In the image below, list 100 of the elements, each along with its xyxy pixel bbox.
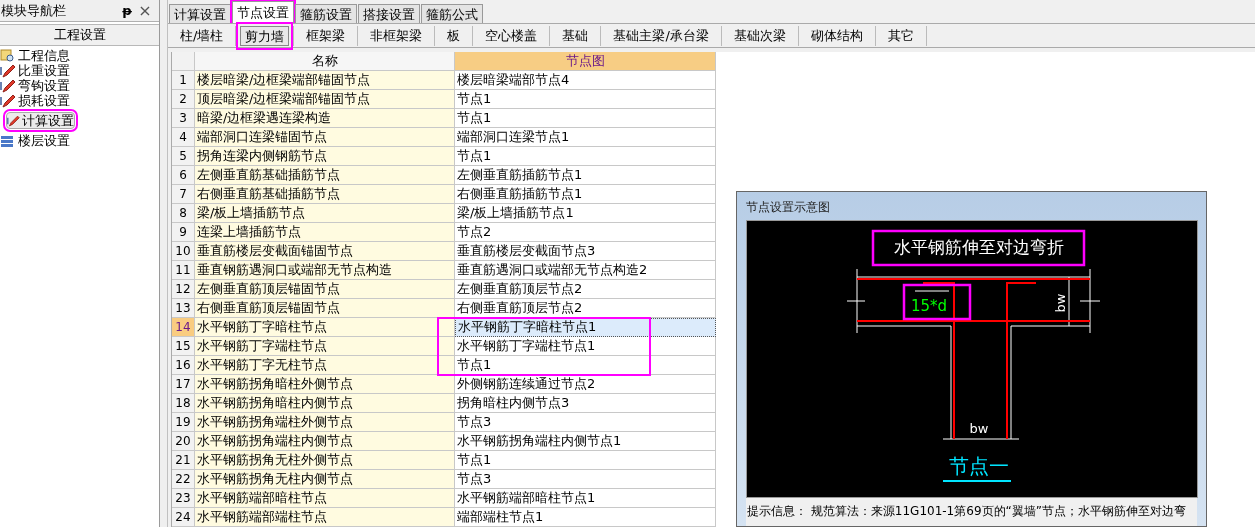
table-cell[interactable]: 左侧垂直筋插筋节点1 [455, 166, 716, 185]
table-cell: 楼层暗梁/边框梁端部锚固节点 [195, 71, 455, 90]
table-cell[interactable]: 水平钢筋拐角端柱内侧节点1 [455, 432, 716, 451]
table-cell: 水平钢筋端部暗柱节点 [195, 489, 455, 508]
table-cell: 左侧垂直筋基础插筋节点 [195, 166, 455, 185]
table-cell[interactable]: 节点3 [455, 470, 716, 489]
row-number: 13 [172, 299, 195, 318]
subtab[interactable]: 框架梁 [298, 25, 354, 46]
subtab[interactable]: 其它 [879, 25, 922, 46]
row-number: 18 [172, 394, 195, 413]
table-cell[interactable]: 节点3 [455, 413, 716, 432]
table-cell[interactable]: 垂直筋楼层变截面节点3 [455, 242, 716, 261]
nav-item[interactable]: 弯钩设置 [0, 78, 159, 93]
table-cell[interactable]: 拐角暗柱内侧节点3 [455, 394, 716, 413]
row-number: 16 [172, 356, 195, 375]
diagram-title: 水平钢筋伸至对边弯折 [894, 237, 1064, 257]
table-cell[interactable]: 节点1 [455, 109, 716, 128]
table-cell: 水平钢筋丁字暗柱节点 [195, 318, 455, 337]
subtab[interactable]: 柱/墙柱 [172, 25, 232, 46]
row-number: 3 [172, 109, 195, 128]
row-number: 14 [172, 318, 195, 337]
table-cell: 端部洞口连梁锚固节点 [195, 128, 455, 147]
nav-item[interactable]: 楼层设置 [0, 133, 159, 148]
table-cell[interactable]: 节点1 [455, 147, 716, 166]
table-cell[interactable]: 节点1 [455, 356, 716, 375]
highlight-frame [902, 283, 972, 321]
table-cell: 水平钢筋拐角暗柱内侧节点 [195, 394, 455, 413]
table-cell: 连梁上墙插筋节点 [195, 223, 455, 242]
row-number: 24 [172, 508, 195, 527]
subtab[interactable]: 砌体结构 [802, 25, 871, 46]
table-cell: 左侧垂直筋顶层锚固节点 [195, 280, 455, 299]
table-cell[interactable]: 节点1 [455, 451, 716, 470]
row-number: 15 [172, 337, 195, 356]
table-cell: 垂直筋楼层变截面锚固节点 [195, 242, 455, 261]
table-cell: 水平钢筋拐角无柱外侧节点 [195, 451, 455, 470]
splitter[interactable] [160, 0, 168, 527]
dimension-label: 15*d [911, 297, 948, 315]
pin-button[interactable]: ᵽ [119, 4, 135, 17]
table-cell[interactable]: 梁/板上墙插筋节点1 [455, 204, 716, 223]
tab[interactable]: 计算设置 [169, 4, 231, 23]
stack-icon [0, 133, 16, 148]
nav-item[interactable]: 计算设置 [6, 112, 75, 129]
table-cell: 水平钢筋拐角无柱内侧节点 [195, 470, 455, 489]
table-cell[interactable]: 节点1 [455, 90, 716, 109]
table-cell[interactable]: 水平钢筋丁字暗柱节点1 [455, 318, 716, 337]
row-number: 23 [172, 489, 195, 508]
dimension-label: bw [969, 421, 989, 436]
table-cell[interactable]: 右侧垂直筋顶层节点2 [455, 299, 716, 318]
table-cell[interactable]: 水平钢筋丁字端柱节点1 [455, 337, 716, 356]
table-cell: 水平钢筋丁字无柱节点 [195, 356, 455, 375]
tab[interactable]: 搭接设置 [358, 4, 420, 23]
nav-item[interactable]: 比重设置 [0, 63, 159, 78]
table-cell[interactable]: 外侧钢筋连续通过节点2 [455, 375, 716, 394]
row-number: 1 [172, 71, 195, 90]
table-cell[interactable]: 楼层暗梁端部节点4 [455, 71, 716, 90]
panel-title: 模块导航栏 [1, 1, 67, 20]
row-number: 20 [172, 432, 195, 451]
row-number: 2 [172, 90, 195, 109]
table-cell: 右侧垂直筋基础插筋节点 [195, 185, 455, 204]
table-cell: 水平钢筋端部端柱节点 [195, 508, 455, 527]
table-cell[interactable]: 端部端柱节点1 [455, 508, 716, 527]
subtab[interactable]: 空心楼盖 [477, 25, 546, 46]
row-number: 17 [172, 375, 195, 394]
subtab[interactable]: 基础次梁 [725, 25, 794, 46]
table-cell: 水平钢筋拐角端柱内侧节点 [195, 432, 455, 451]
subtab[interactable]: 非框架梁 [362, 25, 431, 46]
table-cell[interactable]: 垂直筋遇洞口或端部无节点构造2 [455, 261, 716, 280]
table-cell[interactable]: 右侧垂直筋插筋节点1 [455, 185, 716, 204]
row-number: 6 [172, 166, 195, 185]
table-cell: 拐角连梁内侧钢筋节点 [195, 147, 455, 166]
table-cell[interactable]: 左侧垂直筋顶层节点2 [455, 280, 716, 299]
node-caption: 节点一 [949, 454, 1009, 478]
table-cell: 顶层暗梁/边框梁端部锚固节点 [195, 90, 455, 109]
row-number: 21 [172, 451, 195, 470]
table-cell: 右侧垂直筋顶层锚固节点 [195, 299, 455, 318]
row-number: 12 [172, 280, 195, 299]
table-cell[interactable]: 节点2 [455, 223, 716, 242]
subtab[interactable]: 基础主梁/承台梁 [605, 25, 717, 46]
table-cell: 水平钢筋丁字端柱节点 [195, 337, 455, 356]
column-header: 名称 [195, 52, 455, 71]
subtab[interactable]: 基础 [554, 25, 597, 46]
tab[interactable]: 节点设置 [232, 1, 294, 23]
table-cell[interactable]: 水平钢筋端部暗柱节点1 [455, 489, 716, 508]
row-number: 7 [172, 185, 195, 204]
row-number: 10 [172, 242, 195, 261]
row-number: 19 [172, 413, 195, 432]
table-cell[interactable]: 端部洞口连梁节点1 [455, 128, 716, 147]
header-corner [172, 52, 195, 71]
pencil-icon [0, 63, 16, 78]
nav-item[interactable]: 工程信息 [0, 48, 159, 63]
close-button[interactable]: × [135, 2, 155, 19]
magnifier-icon [0, 48, 16, 63]
section-header[interactable]: 工程设置 [0, 24, 159, 46]
pencil-icon [0, 78, 16, 93]
tab[interactable]: 箍筋设置 [295, 4, 357, 23]
row-number: 4 [172, 128, 195, 147]
subtab[interactable]: 板 [439, 25, 469, 46]
pencil-icon [7, 113, 20, 128]
tab[interactable]: 箍筋公式 [421, 4, 483, 23]
nav-item[interactable]: 损耗设置 [0, 93, 159, 108]
